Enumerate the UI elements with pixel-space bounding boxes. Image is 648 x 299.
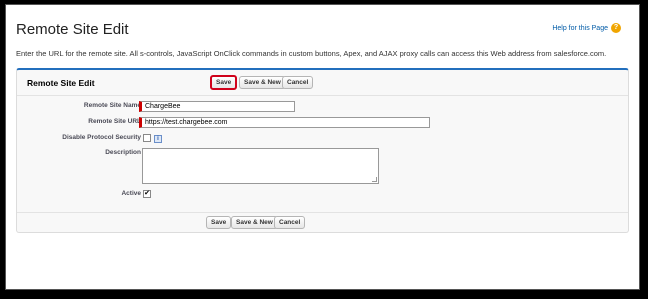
footer-save-button[interactable]: Save [206,216,232,229]
remote-site-url-label: Remote Site URL [88,118,141,125]
help-icon[interactable]: ? [611,23,621,33]
info-icon[interactable]: i [154,135,162,143]
save-button[interactable]: Save [210,75,238,90]
footer-save-new-button[interactable]: Save & New [231,216,278,229]
disable-protocol-checkbox[interactable] [143,134,151,142]
page-frame: Remote Site Edit Help for this Page ? En… [5,4,640,290]
remote-site-url-input[interactable]: https://test.chargebee.com [139,117,430,128]
description-textarea[interactable] [142,148,379,184]
resize-handle[interactable] [372,177,377,182]
save-new-button[interactable]: Save & New [239,76,286,89]
block-header: Remote Site Edit [17,70,628,96]
block-title: Remote Site Edit [27,78,95,88]
help-link-label[interactable]: Help for this Page [552,25,608,32]
description-label: Description [105,149,141,156]
footer-cancel-button[interactable]: Cancel [274,216,306,229]
footer-divider [17,212,628,213]
disable-protocol-label: Disable Protocol Security [62,134,141,141]
remote-site-name-input[interactable]: ChargeBee [139,101,295,112]
page-title: Remote Site Edit [16,21,129,38]
cancel-button[interactable]: Cancel [282,76,314,89]
edit-block: Remote Site Edit Save Save & New Cancel … [16,68,629,233]
help-link[interactable]: Help for this Page ? [552,23,621,33]
active-checkbox[interactable]: ✔ [143,190,151,198]
active-label: Active [121,190,141,197]
page-description: Enter the URL for the remote site. All s… [16,49,607,58]
remote-site-name-label: Remote Site Name [83,102,141,109]
